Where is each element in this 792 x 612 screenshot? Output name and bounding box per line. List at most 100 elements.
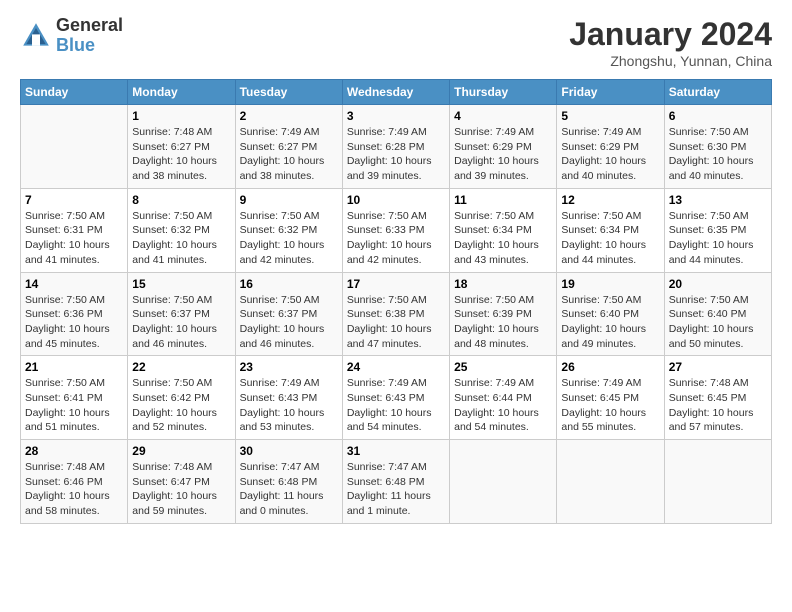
day-info: Sunrise: 7:50 AM Sunset: 6:37 PM Dayligh… <box>132 293 230 352</box>
column-header-sunday: Sunday <box>21 80 128 105</box>
day-info: Sunrise: 7:50 AM Sunset: 6:33 PM Dayligh… <box>347 209 445 268</box>
day-info: Sunrise: 7:50 AM Sunset: 6:32 PM Dayligh… <box>240 209 338 268</box>
week-row-0: 1Sunrise: 7:48 AM Sunset: 6:27 PM Daylig… <box>21 105 772 189</box>
calendar-cell: 20 Sunrise: 7:50 AM Sunset: 6:40 PM Dayli… <box>664 272 771 356</box>
calendar-cell <box>557 440 664 524</box>
day-info: Sunrise: 7:49 AM Sunset: 6:43 PM Dayligh… <box>347 376 445 435</box>
calendar-cell: 4Sunrise: 7:49 AM Sunset: 6:29 PM Daylig… <box>450 105 557 189</box>
calendar-cell: 23 Sunrise: 7:49 AM Sunset: 6:43 PM Dayli… <box>235 356 342 440</box>
day-number: 2 <box>240 109 338 123</box>
logo-icon <box>20 20 52 52</box>
day-number: 17 <box>347 277 445 291</box>
calendar-cell: 13Sunrise: 7:50 AM Sunset: 6:35 PM Dayli… <box>664 188 771 272</box>
day-info: Sunrise: 7:49 AM Sunset: 6:29 PM Dayligh… <box>454 125 552 184</box>
day-info: Sunrise: 7:48 AM Sunset: 6:47 PM Dayligh… <box>132 460 230 519</box>
day-info: Sunrise: 7:50 AM Sunset: 6:41 PM Dayligh… <box>25 376 123 435</box>
day-info: Sunrise: 7:50 AM Sunset: 6:34 PM Dayligh… <box>454 209 552 268</box>
calendar-cell: 31 Sunrise: 7:47 AM Sunset: 6:48 PM Dayli… <box>342 440 449 524</box>
calendar-cell: 11 Sunrise: 7:50 AM Sunset: 6:34 PM Dayli… <box>450 188 557 272</box>
day-number: 16 <box>240 277 338 291</box>
header-row: SundayMondayTuesdayWednesdayThursdayFrid… <box>21 80 772 105</box>
day-number: 27 <box>669 360 767 374</box>
calendar-cell: 27Sunrise: 7:48 AM Sunset: 6:45 PM Dayli… <box>664 356 771 440</box>
calendar-cell: 9 Sunrise: 7:50 AM Sunset: 6:32 PM Daylig… <box>235 188 342 272</box>
day-number: 14 <box>25 277 123 291</box>
calendar-cell: 6Sunrise: 7:50 AM Sunset: 6:30 PM Daylig… <box>664 105 771 189</box>
day-info: Sunrise: 7:50 AM Sunset: 6:37 PM Dayligh… <box>240 293 338 352</box>
calendar-cell: 26Sunrise: 7:49 AM Sunset: 6:45 PM Dayli… <box>557 356 664 440</box>
calendar-cell: 5 Sunrise: 7:49 AM Sunset: 6:29 PM Daylig… <box>557 105 664 189</box>
calendar-cell: 1Sunrise: 7:48 AM Sunset: 6:27 PM Daylig… <box>128 105 235 189</box>
calendar-cell: 2 Sunrise: 7:49 AM Sunset: 6:27 PM Daylig… <box>235 105 342 189</box>
calendar-cell: 30 Sunrise: 7:47 AM Sunset: 6:48 PM Dayli… <box>235 440 342 524</box>
day-info: Sunrise: 7:49 AM Sunset: 6:43 PM Dayligh… <box>240 376 338 435</box>
calendar-cell: 15 Sunrise: 7:50 AM Sunset: 6:37 PM Dayli… <box>128 272 235 356</box>
calendar-cell: 29 Sunrise: 7:48 AM Sunset: 6:47 PM Dayli… <box>128 440 235 524</box>
day-info: Sunrise: 7:50 AM Sunset: 6:34 PM Dayligh… <box>561 209 659 268</box>
day-number: 28 <box>25 444 123 458</box>
day-number: 11 <box>454 193 552 207</box>
day-number: 6 <box>669 109 767 123</box>
day-info: Sunrise: 7:50 AM Sunset: 6:39 PM Dayligh… <box>454 293 552 352</box>
day-info: Sunrise: 7:48 AM Sunset: 6:27 PM Dayligh… <box>132 125 230 184</box>
logo-general-text: General <box>56 16 123 36</box>
column-header-tuesday: Tuesday <box>235 80 342 105</box>
day-info: Sunrise: 7:50 AM Sunset: 6:40 PM Dayligh… <box>561 293 659 352</box>
day-info: Sunrise: 7:49 AM Sunset: 6:28 PM Dayligh… <box>347 125 445 184</box>
day-number: 5 <box>561 109 659 123</box>
day-number: 12 <box>561 193 659 207</box>
day-info: Sunrise: 7:50 AM Sunset: 6:36 PM Dayligh… <box>25 293 123 352</box>
calendar-cell: 19 Sunrise: 7:50 AM Sunset: 6:40 PM Dayli… <box>557 272 664 356</box>
day-number: 15 <box>132 277 230 291</box>
day-number: 7 <box>25 193 123 207</box>
title-area: January 2024 Zhongshu, Yunnan, China <box>569 16 772 69</box>
day-number: 31 <box>347 444 445 458</box>
subtitle: Zhongshu, Yunnan, China <box>569 53 772 69</box>
header: General Blue January 2024 Zhongshu, Yunn… <box>20 16 772 69</box>
column-header-friday: Friday <box>557 80 664 105</box>
column-header-saturday: Saturday <box>664 80 771 105</box>
day-info: Sunrise: 7:50 AM Sunset: 6:42 PM Dayligh… <box>132 376 230 435</box>
calendar-cell: 22 Sunrise: 7:50 AM Sunset: 6:42 PM Dayli… <box>128 356 235 440</box>
day-number: 23 <box>240 360 338 374</box>
calendar-cell: 7 Sunrise: 7:50 AM Sunset: 6:31 PM Daylig… <box>21 188 128 272</box>
day-info: Sunrise: 7:47 AM Sunset: 6:48 PM Dayligh… <box>347 460 445 519</box>
week-row-1: 7 Sunrise: 7:50 AM Sunset: 6:31 PM Daylig… <box>21 188 772 272</box>
day-info: Sunrise: 7:49 AM Sunset: 6:27 PM Dayligh… <box>240 125 338 184</box>
day-number: 9 <box>240 193 338 207</box>
day-number: 29 <box>132 444 230 458</box>
calendar-cell: 10Sunrise: 7:50 AM Sunset: 6:33 PM Dayli… <box>342 188 449 272</box>
logo-blue-text: Blue <box>56 36 123 56</box>
calendar-cell: 25Sunrise: 7:49 AM Sunset: 6:44 PM Dayli… <box>450 356 557 440</box>
day-number: 20 <box>669 277 767 291</box>
day-info: Sunrise: 7:50 AM Sunset: 6:31 PM Dayligh… <box>25 209 123 268</box>
day-number: 24 <box>347 360 445 374</box>
day-info: Sunrise: 7:49 AM Sunset: 6:45 PM Dayligh… <box>561 376 659 435</box>
day-info: Sunrise: 7:50 AM Sunset: 6:40 PM Dayligh… <box>669 293 767 352</box>
calendar-cell: 8Sunrise: 7:50 AM Sunset: 6:32 PM Daylig… <box>128 188 235 272</box>
day-info: Sunrise: 7:48 AM Sunset: 6:46 PM Dayligh… <box>25 460 123 519</box>
column-header-wednesday: Wednesday <box>342 80 449 105</box>
page-container: General Blue January 2024 Zhongshu, Yunn… <box>0 0 792 534</box>
day-number: 22 <box>132 360 230 374</box>
logo-text: General Blue <box>56 16 123 56</box>
week-row-3: 21Sunrise: 7:50 AM Sunset: 6:41 PM Dayli… <box>21 356 772 440</box>
calendar-cell: 24 Sunrise: 7:49 AM Sunset: 6:43 PM Dayli… <box>342 356 449 440</box>
day-info: Sunrise: 7:47 AM Sunset: 6:48 PM Dayligh… <box>240 460 338 519</box>
column-header-monday: Monday <box>128 80 235 105</box>
main-title: January 2024 <box>569 16 772 53</box>
column-header-thursday: Thursday <box>450 80 557 105</box>
day-number: 13 <box>669 193 767 207</box>
day-number: 30 <box>240 444 338 458</box>
calendar-cell <box>664 440 771 524</box>
calendar-cell: 14 Sunrise: 7:50 AM Sunset: 6:36 PM Dayli… <box>21 272 128 356</box>
day-info: Sunrise: 7:49 AM Sunset: 6:29 PM Dayligh… <box>561 125 659 184</box>
day-number: 18 <box>454 277 552 291</box>
day-number: 19 <box>561 277 659 291</box>
logo: General Blue <box>20 16 123 56</box>
calendar-cell: 18 Sunrise: 7:50 AM Sunset: 6:39 PM Dayli… <box>450 272 557 356</box>
calendar-table: SundayMondayTuesdayWednesdayThursdayFrid… <box>20 79 772 524</box>
calendar-header: SundayMondayTuesdayWednesdayThursdayFrid… <box>21 80 772 105</box>
day-info: Sunrise: 7:50 AM Sunset: 6:32 PM Dayligh… <box>132 209 230 268</box>
calendar-cell: 28 Sunrise: 7:48 AM Sunset: 6:46 PM Dayli… <box>21 440 128 524</box>
